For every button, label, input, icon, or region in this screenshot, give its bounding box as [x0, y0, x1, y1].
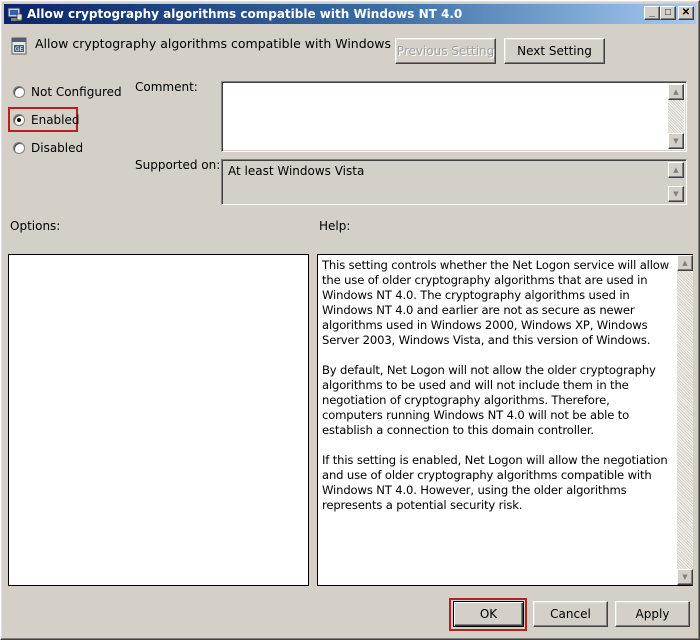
comment-textarea[interactable]: ▲ ▼: [221, 81, 687, 152]
options-panel: [8, 254, 309, 586]
supported-on-field: At least Windows Vista ▲ ▼: [221, 159, 687, 205]
arrow-down-icon: ▼: [682, 573, 688, 581]
maximize-icon: □: [664, 7, 672, 18]
supported-on-label: Supported on:: [135, 158, 221, 172]
cancel-label: Cancel: [550, 607, 591, 621]
policy-setting-icon: GE: [11, 37, 27, 55]
arrow-up-icon: ▲: [682, 259, 688, 267]
scroll-up-button[interactable]: ▲: [677, 255, 693, 271]
scroll-down-button[interactable]: ▼: [668, 186, 684, 202]
radio-label: Not Configured: [31, 85, 122, 99]
radio-label: Enabled: [31, 113, 80, 127]
ok-label: OK: [479, 607, 498, 621]
radio-button-selected[interactable]: [13, 114, 25, 126]
apply-label: Apply: [635, 607, 670, 621]
arrow-up-icon: ▲: [673, 166, 679, 174]
help-paragraph: If this setting is enabled, Net Logon wi…: [322, 453, 668, 512]
help-panel: This setting controls whether the Net Lo…: [317, 254, 693, 586]
radio-button[interactable]: [13, 142, 25, 154]
help-scrollbar[interactable]: ▲ ▼: [677, 255, 693, 585]
policy-dialog-window: Allow cryptography algorithms compatible…: [0, 0, 700, 640]
radio-button[interactable]: [13, 86, 25, 98]
comment-label: Comment:: [135, 80, 198, 94]
help-text: This setting controls whether the Net Lo…: [322, 258, 671, 528]
previous-setting-label: Previous Setting: [396, 44, 495, 58]
title-bar[interactable]: Allow cryptography algorithms compatible…: [4, 4, 696, 24]
scroll-up-button[interactable]: ▲: [668, 162, 684, 178]
next-setting-button[interactable]: Next Setting: [504, 38, 605, 64]
scroll-down-button[interactable]: ▼: [668, 133, 684, 149]
help-label: Help:: [319, 219, 351, 233]
radio-label: Disabled: [31, 141, 84, 155]
comment-scrollbar[interactable]: ▲ ▼: [668, 84, 684, 149]
arrow-up-icon: ▲: [673, 88, 679, 96]
options-label: Options:: [10, 219, 61, 233]
apply-button[interactable]: Apply: [615, 601, 690, 627]
scroll-down-button[interactable]: ▼: [677, 569, 693, 585]
radio-enabled[interactable]: Enabled: [13, 113, 80, 127]
help-paragraph: By default, Net Logon will not allow the…: [322, 363, 656, 437]
cancel-button[interactable]: Cancel: [533, 601, 608, 627]
close-button[interactable]: ✕: [678, 6, 694, 20]
window-controls: _ □ ✕: [644, 6, 694, 20]
close-icon: ✕: [681, 7, 691, 18]
window-title: Allow cryptography algorithms compatible…: [27, 7, 463, 21]
supported-scrollbar[interactable]: ▲ ▼: [668, 162, 684, 202]
group-policy-app-icon: [7, 6, 23, 22]
previous-setting-button[interactable]: Previous Setting: [395, 38, 496, 64]
scroll-up-button[interactable]: ▲: [668, 84, 684, 100]
next-setting-label: Next Setting: [517, 44, 592, 58]
svg-text:GE: GE: [15, 46, 24, 53]
arrow-down-icon: ▼: [673, 190, 679, 198]
ok-button[interactable]: OK: [453, 601, 524, 627]
policy-title: Allow cryptography algorithms compatible…: [35, 36, 436, 51]
maximize-button[interactable]: □: [660, 6, 676, 20]
minimize-button[interactable]: _: [644, 6, 660, 20]
supported-on-value: At least Windows Vista: [228, 164, 365, 178]
arrow-down-icon: ▼: [673, 137, 679, 145]
radio-not-configured[interactable]: Not Configured: [13, 85, 122, 99]
radio-disabled[interactable]: Disabled: [13, 141, 83, 155]
help-paragraph: This setting controls whether the Net Lo…: [322, 258, 670, 347]
minimize-icon: _: [649, 7, 655, 18]
